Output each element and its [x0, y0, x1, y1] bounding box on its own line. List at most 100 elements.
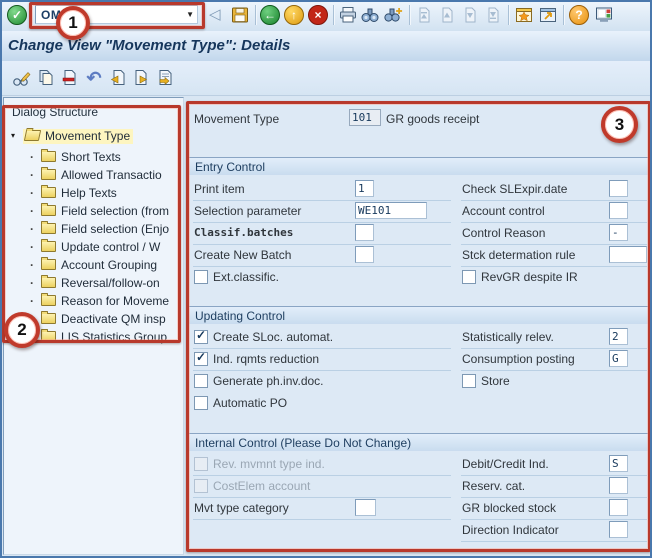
classif-batches-label: Classif.batches	[194, 226, 293, 239]
automatic-po-checkbox[interactable]	[194, 396, 208, 410]
first-page-icon[interactable]	[415, 6, 433, 24]
movement-type-value-field[interactable]: 101	[349, 109, 381, 126]
next-entry-icon[interactable]	[131, 68, 151, 88]
back-icon[interactable]: ←	[260, 5, 280, 25]
account-control-label: Account control	[462, 204, 545, 218]
find-next-icon[interactable]	[383, 5, 403, 25]
debit-credit-label: Debit/Credit Ind.	[462, 457, 549, 471]
tree-item-allowed-transactions[interactable]: ·Allowed Transactio	[4, 166, 184, 184]
help-icon[interactable]: ?	[569, 5, 589, 25]
checkbox-row: Ind. rqmts reduction	[193, 349, 451, 371]
customize-layout-icon[interactable]	[594, 5, 614, 25]
print-icon[interactable]	[338, 5, 358, 25]
folder-icon	[41, 331, 56, 342]
consumption-posting-field[interactable]: G	[609, 350, 628, 367]
undo-icon[interactable]: ↶	[84, 68, 104, 88]
checkbox-row: Rev. mvmnt type ind.	[193, 454, 451, 476]
stck-determation-field[interactable]	[609, 246, 647, 263]
toolbar-separator	[508, 5, 509, 25]
statistically-relev-field[interactable]: 2	[609, 328, 628, 345]
tree-item-update-control[interactable]: ·Update control / W	[4, 238, 184, 256]
copy-icon[interactable]	[36, 68, 56, 88]
debit-credit-field[interactable]: S	[609, 455, 628, 472]
tree-item-help-texts[interactable]: ·Help Texts	[4, 184, 184, 202]
field-row: Selection parameter WE101	[193, 201, 451, 223]
create-new-batch-field[interactable]	[355, 246, 374, 263]
delete-icon[interactable]	[60, 68, 80, 88]
account-control-field[interactable]	[609, 202, 628, 219]
stck-determation-label: Stck determation rule	[462, 248, 575, 262]
folder-icon	[41, 187, 56, 198]
cancel-icon[interactable]: ×	[308, 5, 328, 25]
dialog-structure-title: Dialog Structure	[12, 105, 98, 119]
ind-rqmts-checkbox[interactable]	[194, 352, 208, 366]
field-row: Stck determation rule	[461, 245, 647, 267]
create-sloc-checkbox[interactable]	[194, 330, 208, 344]
annotation-callout-2: 2	[4, 312, 40, 348]
toggle-display-change-icon[interactable]	[12, 68, 32, 88]
find-icon[interactable]	[360, 5, 380, 25]
field-row: GR blocked stock	[461, 498, 647, 520]
tree-item-field-selection-enjoy[interactable]: ·Field selection (Enjo	[4, 220, 184, 238]
checkbox-row: Generate ph.inv.doc.	[193, 371, 451, 392]
reserv-cat-field[interactable]	[609, 477, 628, 494]
field-row: Mvt type category	[193, 498, 451, 520]
revgr-despite-ir-label: RevGR despite IR	[481, 270, 578, 284]
revgr-despite-ir-checkbox[interactable]	[462, 270, 476, 284]
tree-item-short-texts[interactable]: ·Short Texts	[4, 148, 184, 166]
toolbar-separator	[255, 5, 256, 25]
field-row: Account control	[461, 201, 647, 223]
folder-icon	[41, 169, 56, 180]
checkbox-row: RevGR despite IR	[461, 267, 647, 288]
tree-item-reason-for-movement[interactable]: ·Reason for Moveme	[4, 292, 184, 310]
classif-batches-field[interactable]	[355, 224, 374, 241]
last-page-icon[interactable]	[484, 6, 502, 24]
tree-item-reversal-follow-on[interactable]: ·Reversal/follow-on	[4, 274, 184, 292]
create-shortcut-icon[interactable]	[538, 5, 558, 25]
collapse-back-icon[interactable]: ◁	[209, 5, 229, 25]
print-item-field[interactable]: 1	[355, 180, 374, 197]
folder-icon	[41, 205, 56, 216]
gr-blocked-stock-label: GR blocked stock	[462, 501, 556, 515]
folder-icon	[41, 313, 56, 324]
ext-classific-checkbox[interactable]	[194, 270, 208, 284]
tree-item-movement-type[interactable]: ▾ Movement Type	[4, 127, 184, 145]
application-toolbar: ↶	[0, 61, 652, 96]
field-row: Classif.batches	[193, 223, 451, 245]
field-row: Consumption posting G	[461, 349, 647, 371]
expander-icon[interactable]: ▾	[11, 127, 15, 145]
check-slexpir-field[interactable]	[609, 180, 628, 197]
generate-phinv-checkbox[interactable]	[194, 374, 208, 388]
previous-page-icon[interactable]	[438, 6, 456, 24]
movement-type-details-panel: Movement Type 101 GR goods receipt Entry…	[189, 104, 648, 550]
control-reason-label: Control Reason	[462, 226, 545, 240]
new-session-icon[interactable]	[514, 5, 534, 25]
tree-item-account-grouping[interactable]: ·Account Grouping	[4, 256, 184, 274]
previous-entry-icon[interactable]	[108, 68, 128, 88]
internal-control-section-header: Internal Control (Please Do Not Change)	[189, 433, 648, 451]
automatic-po-label: Automatic PO	[213, 396, 287, 410]
enter-icon[interactable]: ✓	[7, 5, 27, 25]
other-entry-icon[interactable]	[155, 68, 175, 88]
gr-blocked-stock-field[interactable]	[609, 499, 628, 516]
direction-indicator-field[interactable]	[609, 521, 628, 538]
tree-item-field-selection-from[interactable]: ·Field selection (from	[4, 202, 184, 220]
store-label: Store	[481, 374, 510, 388]
chevron-down-icon[interactable]: ▼	[186, 10, 194, 19]
save-icon[interactable]	[230, 5, 250, 25]
exit-icon[interactable]: ↑	[284, 5, 304, 25]
mvt-type-category-field[interactable]	[355, 499, 376, 516]
selection-parameter-label: Selection parameter	[194, 204, 301, 218]
annotation-callout-1: 1	[56, 6, 90, 40]
movement-type-description: GR goods receipt	[386, 112, 479, 126]
movement-type-label: Movement Type	[194, 112, 279, 126]
next-page-icon[interactable]	[461, 6, 479, 24]
checkbox-row: CostElem account	[193, 476, 451, 498]
store-checkbox[interactable]	[462, 374, 476, 388]
control-reason-field[interactable]: -	[609, 224, 628, 241]
ext-classific-label: Ext.classific.	[213, 270, 279, 284]
checkbox-row: Automatic PO	[193, 393, 451, 414]
statistically-relev-label: Statistically relev.	[462, 330, 554, 344]
selection-parameter-field[interactable]: WE101	[355, 202, 427, 219]
toolbar-separator	[563, 5, 564, 25]
